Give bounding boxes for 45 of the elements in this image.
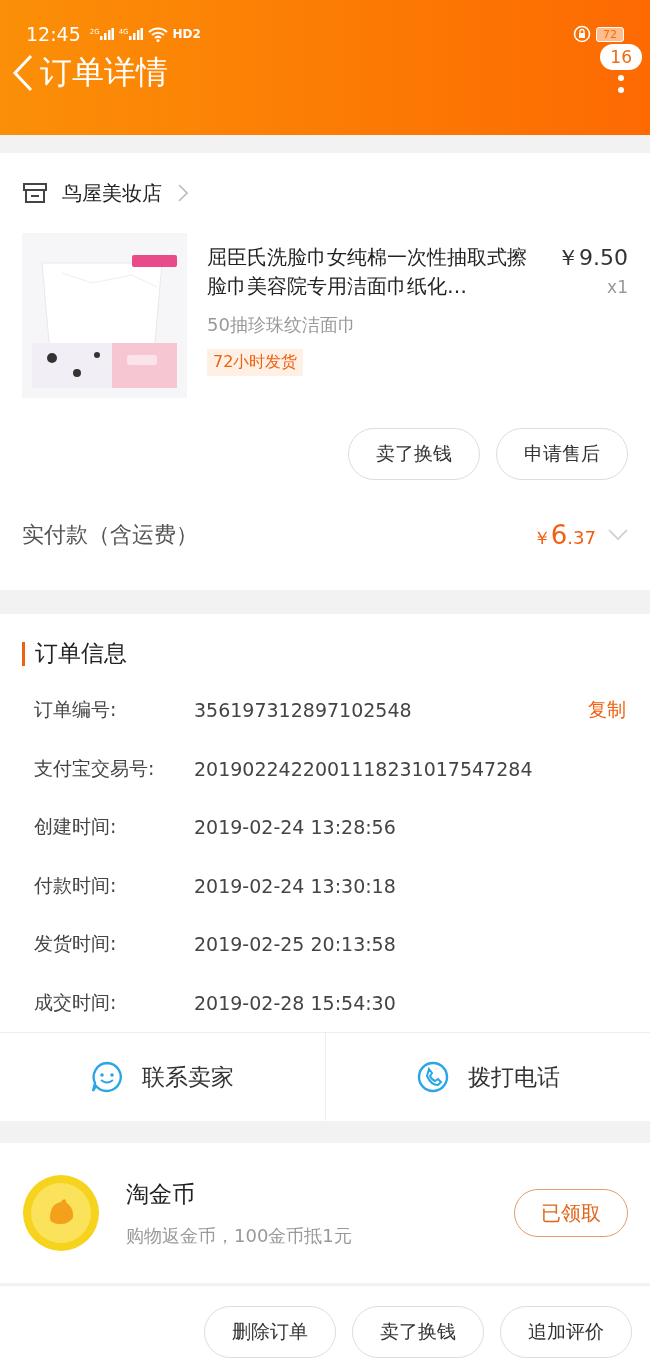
payment-amount: ￥6.37 [532,520,596,550]
shop-name[interactable]: 鸟屋美妆店 [62,179,162,207]
status-time: 12:45 [26,23,81,45]
section-title: 订单信息 [35,639,127,668]
info-label: 发货时间: [34,931,118,957]
info-value: 2019-02-25 20:13:58 [194,933,397,956]
action-button[interactable]: 卖了换钱 [348,428,480,480]
product-variant: 50抽珍珠纹洁面巾 [207,313,356,337]
chevron-down-icon[interactable] [608,529,628,541]
info-value: 356197312897102548 [194,699,413,722]
info-value: 2019-02-24 13:28:56 [194,816,397,839]
payment-label: 实付款（含运费） [22,521,198,549]
product-price: ￥9.50 [557,244,628,272]
info-label: 成交时间: [34,989,118,1015]
rotation-lock-icon [573,25,591,43]
info-value: 2019022422001118231017547284 [194,757,534,780]
product-title[interactable]: 屈臣氏洗脸巾女纯棉一次性抽取式擦脸巾美容院专用洁面巾纸化… [207,243,537,301]
wifi-icon [147,26,168,42]
action-button[interactable]: 卖了换钱 [352,1306,484,1358]
info-value: 2019-02-24 13:30:18 [194,874,397,897]
shipping-tag: 72小时发货 [207,349,304,376]
notification-badge: 16 [600,44,642,70]
info-label: 创建时间: [34,814,118,840]
chevron-right-icon[interactable] [178,184,188,202]
phone-icon [415,1060,450,1094]
more-icon[interactable] [618,74,625,94]
battery-indicator: 72 [596,26,624,42]
info-value: 2019-02-28 15:54:30 [194,991,397,1014]
signal-icon [128,28,143,40]
action-button[interactable]: 删除订单 [204,1306,336,1358]
action-button[interactable]: 追加评价 [500,1306,632,1358]
page-title: 订单详情 [40,52,168,93]
coins-subtitle: 购物返金币，100金币抵1元 [126,1223,352,1248]
network-label: HD2 [172,27,201,41]
smiley-chat-icon [90,1060,125,1094]
shop-icon [22,182,48,204]
info-label: 订单编号: [34,697,118,723]
back-icon[interactable] [12,54,34,92]
info-label: 付款时间: [34,872,118,898]
info-label: 支付宝交易号: [34,755,156,781]
product-quantity: x1 [607,277,628,297]
coin-icon [22,1174,100,1252]
coins-title: 淘金币 [126,1179,196,1209]
action-button[interactable]: 申请售后 [496,428,628,480]
signal-icon [99,28,114,40]
